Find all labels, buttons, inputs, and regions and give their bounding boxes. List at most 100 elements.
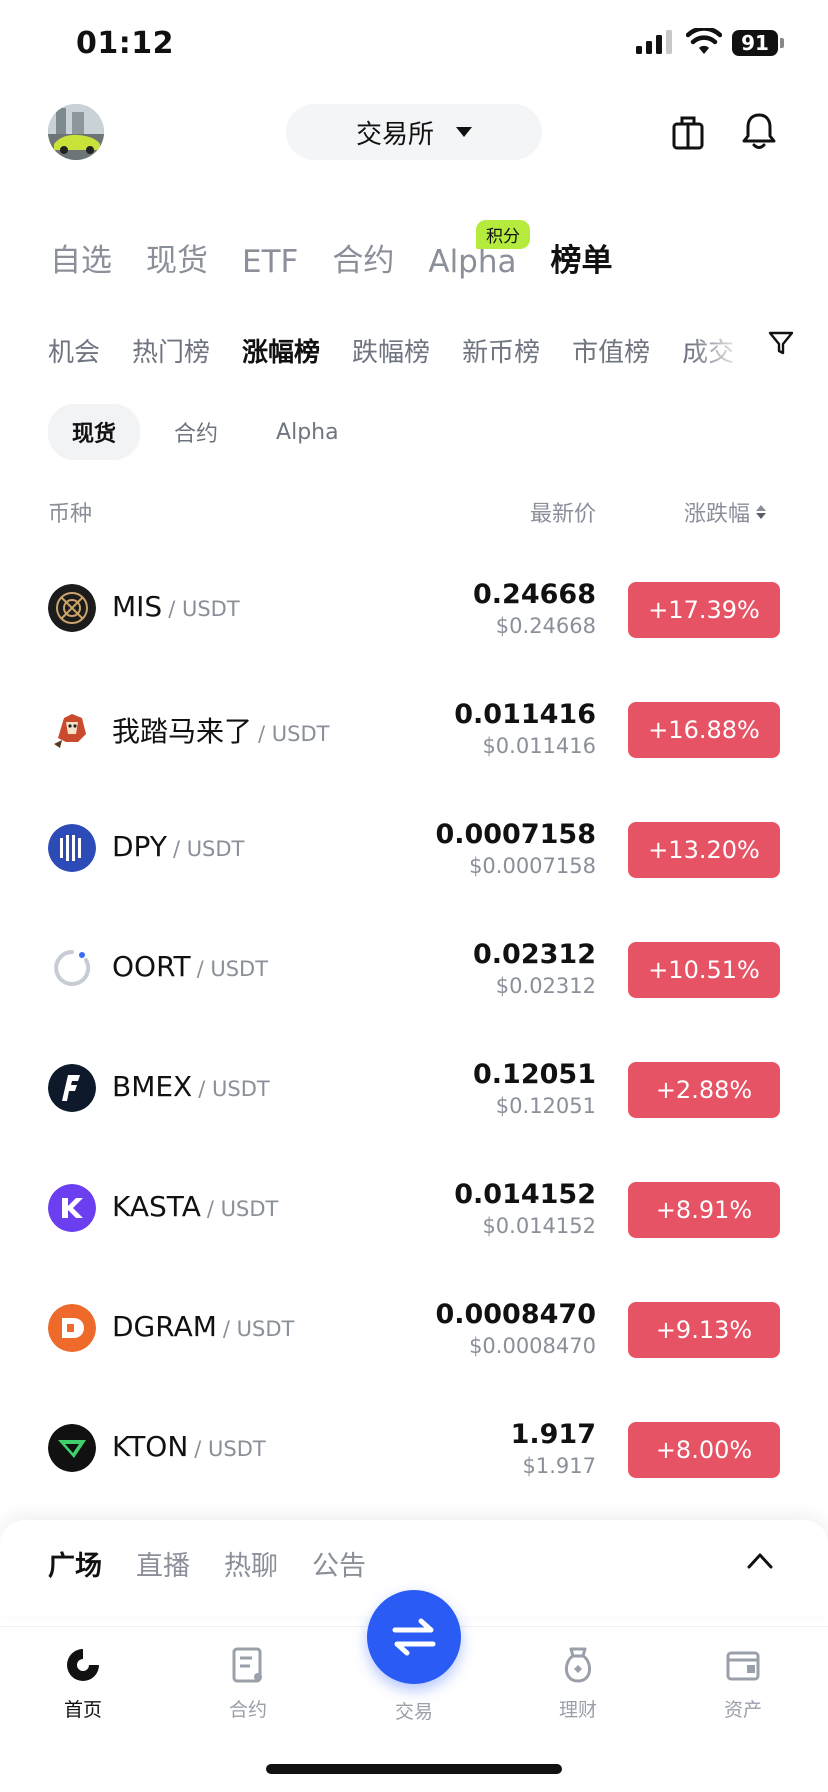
nav-futures[interactable]: 合约 xyxy=(193,1645,303,1722)
last-price: 0.011416 xyxy=(454,699,596,730)
segment-futures[interactable]: 合约 xyxy=(150,404,242,460)
usd-price: $0.12051 xyxy=(495,1094,596,1118)
last-price: 1.917 xyxy=(510,1419,596,1450)
column-price[interactable]: 最新价 xyxy=(530,496,596,528)
tab-etf[interactable]: ETF xyxy=(242,244,298,280)
bmex-logo-icon xyxy=(48,1064,96,1112)
coin-quote: / USDT xyxy=(222,1317,295,1341)
change-badge[interactable]: +17.39% xyxy=(628,582,780,638)
home-indicator xyxy=(266,1764,562,1774)
tab-spot[interactable]: 现货 xyxy=(146,235,208,280)
avatar[interactable] xyxy=(48,104,104,160)
coin-row[interactable]: DPY / USDT 0.0007158 $0.0007158 +13.20% xyxy=(0,788,828,908)
coin-symbol: DPY xyxy=(112,830,167,863)
feed-tab-live[interactable]: 直播 xyxy=(136,1544,190,1583)
segment-alpha[interactable]: Alpha xyxy=(252,408,363,457)
nav-futures-label: 合约 xyxy=(228,1699,267,1721)
nav-trade-label: 交易 xyxy=(394,1701,433,1723)
filter-icon[interactable] xyxy=(768,330,794,356)
change-badge[interactable]: +2.88% xyxy=(628,1062,780,1118)
nav-assets-label: 资产 xyxy=(723,1699,762,1721)
change-badge[interactable]: +8.91% xyxy=(628,1182,780,1238)
subtab-market-cap[interactable]: 市值榜 xyxy=(572,332,650,369)
subtab-hot[interactable]: 热门榜 xyxy=(132,332,210,369)
last-price: 0.02312 xyxy=(473,939,596,970)
tab-favorites[interactable]: 自选 xyxy=(50,235,112,280)
nav-earn[interactable]: 理财 xyxy=(523,1645,633,1722)
change-badge[interactable]: +10.51% xyxy=(628,942,780,998)
bell-icon[interactable] xyxy=(742,112,776,150)
coin-symbol: 我踏马来了 xyxy=(112,715,253,748)
subtab-opportunity[interactable]: 机会 xyxy=(48,332,100,369)
usd-price: $1.917 xyxy=(522,1454,596,1478)
swap-arrows-icon xyxy=(392,1618,436,1656)
coin-quote: / USDT xyxy=(258,722,330,746)
futures-icon xyxy=(232,1647,262,1683)
coin-symbol: DGRAM xyxy=(112,1310,217,1343)
usd-price: $0.014152 xyxy=(482,1214,596,1238)
coin-quote: / USDT xyxy=(194,1437,266,1461)
caret-down-icon xyxy=(456,127,472,137)
feed-tab-chat[interactable]: 热聊 xyxy=(224,1544,278,1583)
usd-price: $0.0008470 xyxy=(469,1334,596,1358)
coin-list: MIS / USDT 0.24668 $0.24668 +17.39% 我踏马来… xyxy=(0,548,828,1508)
change-badge[interactable]: +8.00% xyxy=(628,1422,780,1478)
tab-rankings[interactable]: 榜单 xyxy=(551,235,613,280)
coin-quote: / USDT xyxy=(206,1197,279,1221)
coin-row[interactable]: DGRAM / USDT 0.0008470 $0.0008470 +9.13% xyxy=(0,1268,828,1388)
coin-row[interactable]: KTON / USDT 1.917 $1.917 +8.00% xyxy=(0,1388,828,1508)
nav-home[interactable]: 首页 xyxy=(28,1645,138,1722)
feed-tab-square[interactable]: 广场 xyxy=(48,1544,102,1583)
coin-symbol: KASTA xyxy=(112,1190,201,1223)
tab-alpha[interactable]: Alpha xyxy=(428,244,516,280)
coin-quote: / USDT xyxy=(198,1077,270,1101)
change-badge[interactable]: +9.13% xyxy=(628,1302,780,1358)
coin-row[interactable]: KASTA / USDT 0.014152 $0.014152 +8.91% xyxy=(0,1148,828,1268)
earn-icon xyxy=(565,1647,591,1683)
coin-row[interactable]: 我踏马来了 / USDT 0.011416 $0.011416 +16.88% xyxy=(0,668,828,788)
usd-price: $0.24668 xyxy=(495,614,596,638)
trade-button[interactable] xyxy=(367,1590,461,1684)
column-coin: 币种 xyxy=(48,502,93,527)
coin-row[interactable]: MIS / USDT 0.24668 $0.24668 +17.39% xyxy=(0,548,828,668)
change-badge[interactable]: +13.20% xyxy=(628,822,780,878)
usd-price: $0.0007158 xyxy=(469,854,596,878)
chevron-up-icon[interactable] xyxy=(746,1550,774,1570)
subtab-losers[interactable]: 跌幅榜 xyxy=(352,332,430,369)
home-icon xyxy=(67,1649,99,1681)
market-type-segment: 现货 合约 Alpha xyxy=(48,404,363,460)
subtab-new-listings[interactable]: 新币榜 xyxy=(462,332,540,369)
last-price: 0.0007158 xyxy=(435,819,596,850)
wifi-icon xyxy=(686,28,722,54)
gift-icon[interactable] xyxy=(672,114,704,150)
coin-row[interactable]: BMEX / USDT 0.12051 $0.12051 +2.88% xyxy=(0,1028,828,1148)
change-badge[interactable]: +16.88% xyxy=(628,702,780,758)
usd-price: $0.02312 xyxy=(495,974,596,998)
coin-quote: / USDT xyxy=(168,597,240,621)
oort-logo-icon xyxy=(48,944,96,992)
coin-row[interactable]: OORT / USDT 0.02312 $0.02312 +10.51% xyxy=(0,908,828,1028)
last-price: 0.24668 xyxy=(473,579,596,610)
column-change[interactable]: 涨跌幅 xyxy=(684,496,766,528)
segment-spot[interactable]: 现货 xyxy=(48,404,141,460)
horse-logo-icon xyxy=(48,704,96,752)
nav-assets[interactable]: 资产 xyxy=(688,1645,798,1722)
signal-icon xyxy=(636,30,672,54)
last-price: 0.014152 xyxy=(454,1179,596,1210)
feed-tab-announcements[interactable]: 公告 xyxy=(312,1544,366,1583)
tab-futures[interactable]: 合约 xyxy=(332,235,394,280)
nav-home-label: 首页 xyxy=(63,1699,102,1721)
battery-level: 91 xyxy=(732,30,778,56)
coin-quote: / USDT xyxy=(196,957,269,981)
status-time: 01:12 xyxy=(76,26,174,61)
column-change-label: 涨跌幅 xyxy=(683,502,750,527)
coin-symbol: KTON xyxy=(112,1430,189,1463)
coin-symbol: BMEX xyxy=(112,1070,193,1103)
ranking-sub-tabs: 机会 热门榜 涨幅榜 跌幅榜 新币榜 市值榜 成交 xyxy=(48,326,788,374)
kasta-logo-icon xyxy=(48,1184,96,1232)
exchange-selector[interactable]: 交易所 xyxy=(286,104,542,160)
subtab-gainers[interactable]: 涨幅榜 xyxy=(242,332,320,369)
last-price: 0.0008470 xyxy=(435,1299,596,1330)
sort-icon xyxy=(756,505,766,519)
wallet-icon xyxy=(726,1651,760,1681)
